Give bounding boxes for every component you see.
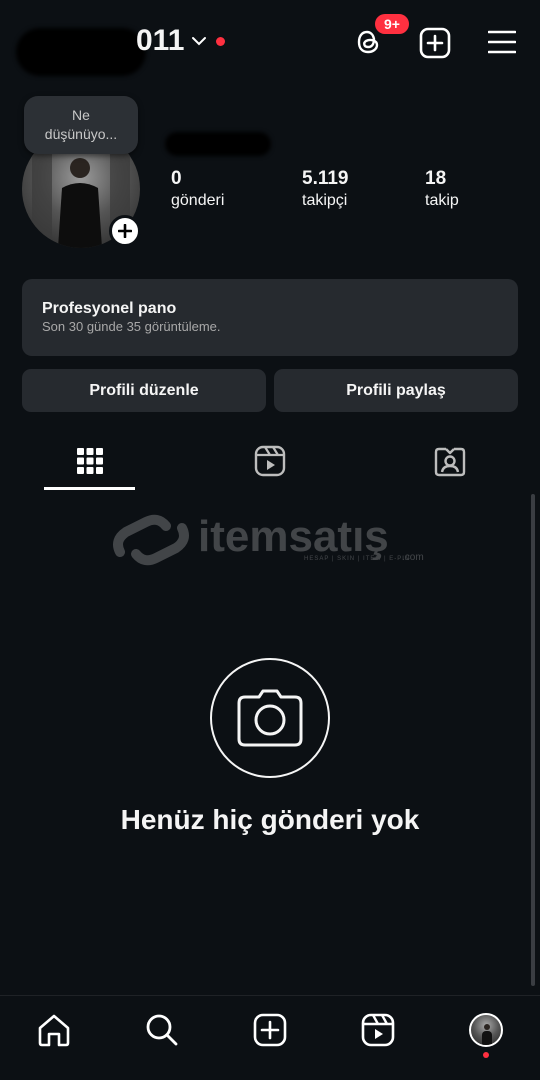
watermark: itemsatış HESAP | SKIN | ITEM | E-PIN .c… (112, 512, 432, 568)
bottom-nav-divider (0, 995, 540, 996)
reels-icon (361, 1013, 395, 1047)
nav-home[interactable] (32, 1008, 76, 1052)
profile-notification-dot (483, 1052, 489, 1058)
chevron-down-icon (192, 37, 207, 46)
following-count: 18 (425, 168, 447, 189)
nav-profile[interactable] (464, 1008, 508, 1052)
watermark-brand: itemsatış (198, 512, 389, 561)
profile-avatar-small (469, 1013, 503, 1047)
hamburger-icon (488, 30, 516, 54)
stat-posts[interactable]: 0 gönderi (171, 168, 224, 210)
tab-grid[interactable] (67, 440, 113, 482)
home-icon (38, 1014, 70, 1047)
reels-icon (254, 445, 286, 477)
tab-reels[interactable] (247, 440, 293, 482)
nav-reels[interactable] (356, 1008, 400, 1052)
redacted-username (16, 28, 146, 76)
status-dot (216, 36, 226, 46)
nav-search[interactable] (140, 1008, 184, 1052)
edit-profile-button[interactable]: Profili düzenle (22, 369, 266, 412)
stat-following[interactable]: 18 takip (425, 168, 459, 210)
nav-create[interactable] (248, 1008, 292, 1052)
professional-dashboard-card[interactable]: Profesyonel pano Son 30 günde 35 görüntü… (22, 279, 518, 356)
camera-circle (210, 658, 330, 778)
followers-label: takipçi (302, 192, 348, 209)
watermark-tagline: HESAP | SKIN | ITEM | E-PIN (304, 556, 411, 562)
share-profile-button[interactable]: Profili paylaş (274, 369, 518, 412)
tab-tagged[interactable] (427, 440, 473, 482)
plus-square-icon (419, 27, 451, 59)
followers-count: 5.119 (302, 168, 349, 189)
posts-count: 0 (171, 168, 182, 189)
watermark-suffix: .com (402, 552, 424, 563)
posts-label: gönderi (171, 192, 225, 209)
camera-icon (237, 689, 303, 747)
username-text: 011 (136, 24, 185, 57)
dashboard-title: Profesyonel pano (42, 300, 177, 317)
grid-icon (77, 448, 103, 474)
watermark-logo-icon (113, 514, 189, 566)
plus-icon (118, 224, 132, 238)
note-bubble[interactable]: Ne düşünüyo... (24, 96, 138, 154)
create-button[interactable] (416, 24, 454, 62)
notification-badge: 9+ (373, 12, 411, 36)
active-tab-indicator (44, 487, 135, 490)
dashboard-subtitle: Son 30 günde 35 görüntüleme. (42, 319, 221, 334)
tagged-icon (434, 447, 466, 477)
stat-followers[interactable]: 5.119 takipçi (302, 168, 349, 210)
menu-button[interactable] (484, 24, 520, 60)
scrollbar[interactable] (531, 494, 535, 986)
empty-state-message: Henüz hiç gönderi yok (120, 804, 420, 835)
search-icon (146, 1014, 178, 1046)
create-icon (253, 1013, 287, 1047)
note-text: Ne düşünüyo... (44, 107, 118, 142)
username[interactable]: 011 (136, 24, 226, 58)
redacted-display-name (165, 132, 271, 156)
add-story-button[interactable] (109, 215, 141, 247)
following-label: takip (425, 192, 459, 209)
